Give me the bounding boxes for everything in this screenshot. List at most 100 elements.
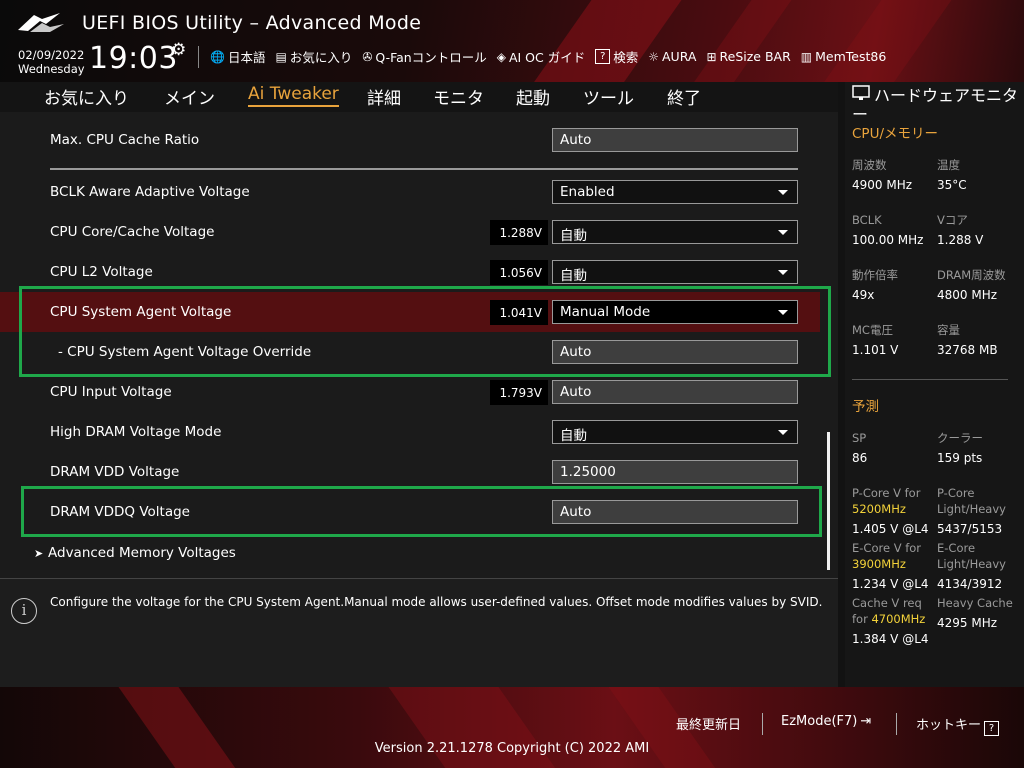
fan-icon: ✇ [362,49,373,64]
toolbar-item-aura[interactable]: ☼ AURA [648,47,696,66]
scrollbar[interactable] [827,432,830,570]
chevron-right-icon: ➤ [34,547,44,560]
toolbar-item-label: Q-Fanコントロール [375,50,487,65]
weekday-text: Wednesday [18,62,85,76]
stat-label: 温度 [937,158,960,172]
tab-6[interactable]: ツール [583,84,634,109]
setting-value-field[interactable]: Auto [552,128,798,152]
hardware-monitor-title: ハードウェアモニター [852,85,1022,124]
tab-4[interactable]: モニタ [433,84,484,109]
aura-icon: ☼ [648,49,659,64]
help-icon: ? [984,721,1000,736]
stat-label: 動作倍率 [852,268,898,282]
toolbar-item-label: お気に入り [289,50,353,65]
submenu-label: Advanced Memory Voltages [48,545,236,561]
globe-icon: 🌐 [210,49,225,64]
stat-label: MC電圧 [852,323,893,337]
tab-1[interactable]: メイン [164,84,215,109]
light-heavy-label-text: Light/Heavy [937,557,1006,571]
main-menu-tabs: お気に入り メイン Ai Tweaker 詳細 モニタ 起動 ツール 終了 [0,82,838,112]
setting-dropdown[interactable]: Enabled [552,180,798,204]
setting-label: BCLK Aware Adaptive Voltage [50,184,250,200]
ezmode-button[interactable]: EzMode(F7) ⇥ [781,714,871,729]
highlight-box [19,286,831,377]
tab-0[interactable]: お気に入り [44,84,129,109]
highlight-box [21,486,822,537]
heavy-cache-label: Heavy Cache [937,596,1013,610]
voltage-readout: 1.056V [490,260,548,285]
setting-label: CPU L2 Voltage [50,264,153,280]
last-modified-button[interactable]: 最終更新日 [676,714,741,733]
stat-value: 4900 MHz [852,178,913,192]
ezmode-label: EzMode(F7) [781,714,858,729]
stat-label: 周波数 [852,158,887,172]
toolbar-item-label: MemTest86 [815,49,887,64]
setting-value-field[interactable]: Auto [552,380,798,404]
stat-value: 35°C [937,178,967,192]
pcore-v-value: 1.405 V @L4 [852,522,929,536]
search-icon: ? [595,49,611,64]
setting-row[interactable]: CPU Core/Cache Voltage 1.288V 自動 [0,212,820,252]
ai-oc-icon: ◈ [496,49,506,64]
ecore-v-frequency: 3900MHz [852,557,906,571]
light-heavy-label-text: Light/Heavy [937,502,1006,516]
cache-for-text: for [852,612,872,626]
setting-label: Max. CPU Cache Ratio [50,132,200,148]
heavy-cache-value: 4295 MHz [937,616,998,630]
toolbar-item-ai-oc[interactable]: ◈ AI OC ガイド [497,47,586,66]
tab-7[interactable]: 終了 [667,84,701,109]
setting-dropdown[interactable]: 自動 [552,260,798,284]
toolbar-divider [198,46,199,68]
setting-dropdown[interactable]: 自動 [552,220,798,244]
setting-row[interactable]: High DRAM Voltage Mode 自動 [0,412,820,452]
section-divider [50,168,798,170]
prediction-section-title: 予測 [852,399,879,415]
tab-5[interactable]: 起動 [516,84,550,109]
setting-row[interactable]: CPU Input Voltage 1.793V Auto [0,372,820,412]
pcore-v-label-text: P-Core V for [852,486,921,500]
pcore-light-heavy-label: P-Core Light/Heavy [937,485,1006,517]
pcore-light-heavy-value: 5437/5153 [937,522,1003,536]
toolbar-item-resize-bar[interactable]: ⊞ ReSize BAR [706,47,790,66]
setting-label: CPU Core/Cache Voltage [50,224,215,240]
tab-3[interactable]: 詳細 [367,84,401,109]
decor-streak [811,0,959,82]
chevron-down-icon [778,430,788,435]
pcore-v-label: P-Core V for 5200MHz [852,485,920,517]
toolbar-item-memtest[interactable]: ▥ MemTest86 [801,47,887,66]
chevron-down-icon [778,190,788,195]
setting-row[interactable]: BCLK Aware Adaptive Voltage Enabled [0,172,820,212]
ecore-v-label: E-Core V for 3900MHz [852,540,921,572]
info-icon: i [11,598,37,624]
toolbar-item-label: 日本語 [227,50,266,65]
setting-value-field[interactable]: 1.25000 [552,460,798,484]
setting-label: DRAM VDD Voltage [50,464,180,480]
sp-value: 86 [852,451,868,465]
pcore-v-frequency: 5200MHz [852,502,906,516]
tab-2[interactable]: Ai Tweaker [248,84,339,107]
toolbar-item-fan[interactable]: ✇ Q-Fanコントロール [362,47,486,66]
footer-divider [896,713,897,735]
toolbar-item-favorites[interactable]: ▤ お気に入り [275,47,352,66]
submenu-advanced-memory-voltages[interactable]: ➤ Advanced Memory Voltages [34,545,236,561]
toolbar-item-search[interactable]: ? 検索 [595,47,638,66]
gear-icon[interactable]: ⚙ [171,40,186,60]
cooler-value: 159 pts [937,451,983,465]
ecore-v-value: 1.234 V @L4 [852,577,929,591]
setting-value: 自動 [560,228,587,244]
hotkeys-button[interactable]: ホットキー? [916,714,1000,736]
toolbar: 🌐 日本語 ▤ お気に入り ✇ Q-Fanコントロール ◈ AI OC ガイド ? 検索 ☼ AURA… [210,47,896,66]
setting-label: CPU Input Voltage [50,384,172,400]
rog-logo-icon [18,13,64,32]
toolbar-item-globe[interactable]: 🌐 日本語 [210,47,265,66]
favorites-icon: ▤ [275,49,287,64]
decor-streak [521,0,689,82]
help-bar: i Configure the voltage for the CPU Syst… [0,578,838,687]
panel-divider [852,379,1008,380]
setting-dropdown[interactable]: 自動 [552,420,798,444]
stat-label: 容量 [937,323,960,337]
setting-value: Auto [560,384,592,400]
ecore-v-label-text: E-Core V for [852,541,922,555]
setting-row[interactable]: Max. CPU Cache Ratio Auto [0,120,820,160]
toolbar-item-label: AI OC ガイド [508,50,586,65]
